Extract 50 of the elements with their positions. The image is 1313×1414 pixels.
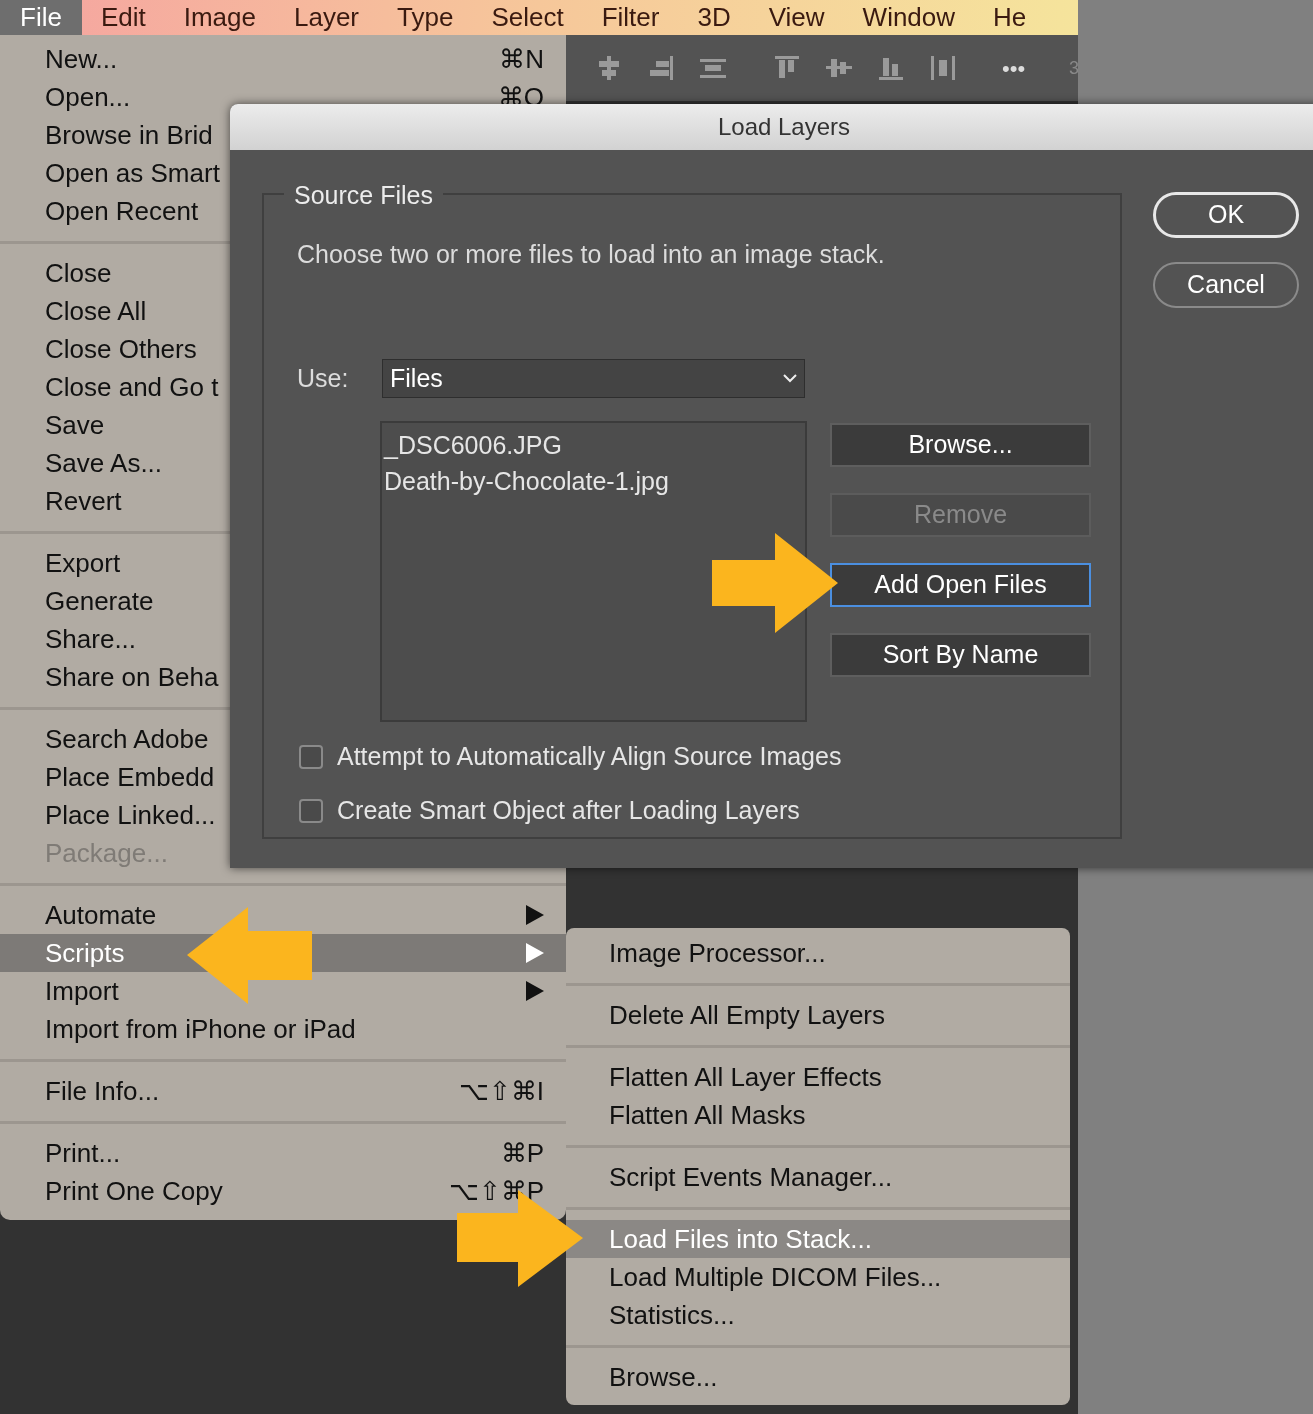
menu-item[interactable]: Browse...	[566, 1358, 1070, 1396]
menu-bar-item[interactable]: Type	[378, 0, 473, 35]
dialog-button[interactable]: Add Open Files	[830, 563, 1091, 607]
menu-bar-item[interactable]: File	[0, 0, 82, 35]
menu-item[interactable]: Import from iPhone or iPad	[0, 1010, 566, 1048]
menu-bar-item[interactable]: Select	[472, 0, 583, 35]
file-list-item[interactable]: Death-by-Chocolate-1.jpg	[384, 463, 805, 499]
submenu-arrow-icon	[526, 981, 544, 1001]
dialog-button[interactable]: Sort By Name	[830, 633, 1091, 677]
checkbox-label: Attempt to Automatically Align Source Images	[337, 741, 842, 773]
shortcut-label: ⌘P	[500, 1136, 544, 1170]
menu-bar-item[interactable]: 3D	[678, 0, 750, 35]
menu-item[interactable]: Automate	[0, 896, 566, 934]
align-icon[interactable]	[928, 53, 958, 83]
checkbox-label: Create Smart Object after Loading Layers	[337, 795, 800, 827]
submenu-arrow-icon	[526, 905, 544, 925]
menu-item[interactable]: Flatten All Masks	[566, 1096, 1070, 1134]
menu-item[interactable]: Statistics...	[566, 1296, 1070, 1334]
menu-bar-item[interactable]: Edit	[81, 0, 165, 35]
menu-item[interactable]: Load Files into Stack...	[566, 1220, 1070, 1258]
menu-item[interactable]: New... ⌘N	[0, 40, 566, 78]
menu-bar-item[interactable]: Image	[164, 0, 275, 35]
checkbox[interactable]	[299, 799, 323, 823]
menu-item[interactable]: Print... ⌘P	[0, 1134, 566, 1172]
use-dropdown[interactable]: Files	[382, 359, 805, 398]
submenu-arrow-icon	[526, 943, 544, 963]
dialog-button[interactable]: Browse...	[830, 423, 1091, 467]
shortcut-label: ⌘N	[499, 42, 544, 76]
menu-bar-item[interactable]: View	[749, 0, 844, 35]
menu-item[interactable]: Script Events Manager...	[566, 1158, 1070, 1196]
shortcut-label: ⌥⇧⌘I	[458, 1074, 544, 1108]
dialog-button[interactable]: Cancel	[1153, 262, 1299, 308]
dialog-button[interactable]: OK	[1153, 192, 1299, 238]
menu-bar-item[interactable]: Filter	[582, 0, 679, 35]
menu-item[interactable]: Flatten All Layer Effects	[566, 1058, 1070, 1096]
menu-item[interactable]: Load Multiple DICOM Files...	[566, 1258, 1070, 1296]
menu-item[interactable]: Image Processor...	[566, 934, 1070, 972]
dialog-title: Load Layers	[230, 104, 1313, 150]
chevron-icon	[783, 374, 797, 383]
menu-item[interactable]: File Info... ⌥⇧⌘I	[0, 1072, 566, 1110]
menu-item[interactable]: Import	[0, 972, 566, 1010]
use-label: Use:	[297, 362, 350, 394]
menu-item[interactable]: Delete All Empty Layers	[566, 996, 1070, 1034]
checkbox[interactable]	[299, 745, 323, 769]
more-button[interactable]: •••	[1002, 51, 1026, 85]
file-list-item[interactable]: _DSC6006.JPG	[384, 427, 805, 463]
description-text: Choose two or more files to load into an image stack.	[297, 239, 886, 269]
menu-bar-item[interactable]: Window	[843, 0, 975, 35]
menu-bar-item[interactable]: He	[974, 0, 1046, 35]
menu-bar-item[interactable]: Layer	[275, 0, 379, 35]
